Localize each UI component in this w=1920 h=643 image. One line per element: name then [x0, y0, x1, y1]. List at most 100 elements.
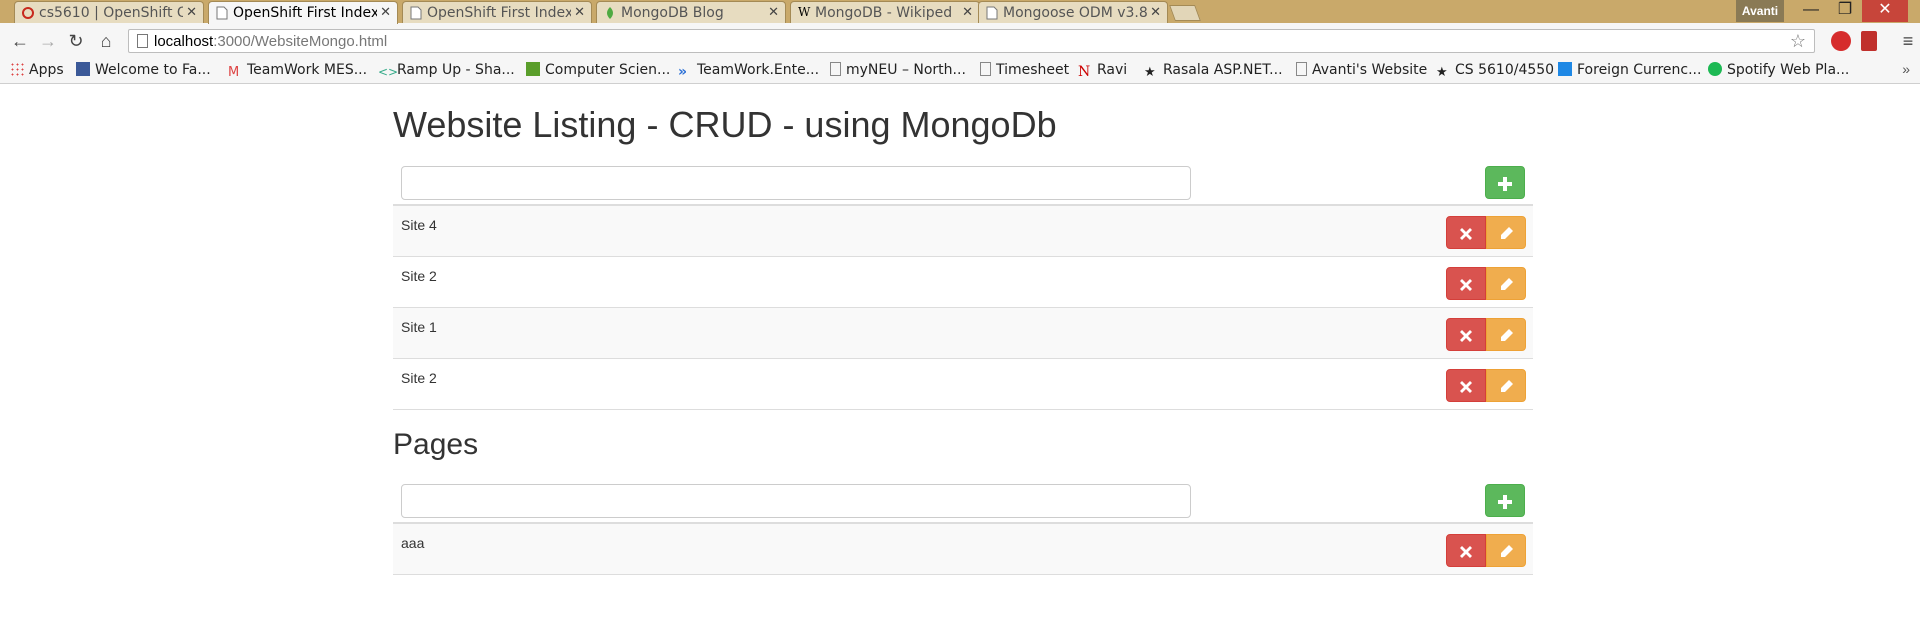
edit-website-button[interactable]: [1486, 369, 1526, 402]
d-icon: [526, 62, 540, 76]
profile-button[interactable]: Avanti: [1736, 0, 1784, 22]
bookmark-avantis-website[interactable]: Avanti's Website: [1296, 62, 1427, 78]
close-icon[interactable]: ✕: [574, 5, 585, 20]
bookmark-star-icon[interactable]: ☆: [1790, 31, 1806, 52]
bookmark-rasala[interactable]: ★ Rasala ASP.NET...: [1144, 62, 1283, 80]
page-row: aaa: [393, 524, 1533, 575]
bookmark-timesheet[interactable]: Timesheet: [980, 62, 1069, 78]
page-title: Website Listing - CRUD - using MongoDb: [393, 104, 1057, 145]
page-icon: [137, 34, 148, 48]
pencil-icon: [1500, 380, 1513, 393]
pages-section-title: Pages: [393, 428, 479, 461]
address-bar[interactable]: localhost:3000/WebsiteMongo.html ☆: [128, 29, 1815, 53]
bookmarks-bar: Apps Welcome to Fa... M TeamWork MES... <…: [0, 59, 1920, 84]
pencil-icon: [1500, 227, 1513, 240]
delete-website-button[interactable]: [1446, 318, 1486, 351]
bookmarks-more-icon[interactable]: »: [1902, 61, 1910, 77]
website-row: Site 2: [393, 359, 1533, 410]
bookmark-label: Timesheet: [996, 62, 1070, 78]
bookmark-cs5610[interactable]: ★ CS 5610/4550: [1436, 62, 1555, 80]
bookmark-teamwork-ente[interactable]: » TeamWork.Ente...: [678, 62, 819, 80]
page-icon: [410, 6, 422, 20]
extension-red-icon[interactable]: [1861, 31, 1877, 51]
new-tab-button[interactable]: [1169, 5, 1201, 21]
tab-label: Mongoose ODM v3.8: [1003, 5, 1147, 21]
close-icon[interactable]: ✕: [768, 5, 779, 20]
website-name: Site 2: [401, 370, 437, 386]
url-text: localhost:3000/WebsiteMongo.html: [154, 33, 387, 50]
remove-icon: [1460, 329, 1472, 342]
home-icon[interactable]: ⌂: [94, 29, 118, 53]
edit-website-button[interactable]: [1486, 267, 1526, 300]
url-host: localhost: [154, 33, 214, 50]
page-icon: [986, 6, 998, 20]
bookmark-computer-science[interactable]: Computer Scien...: [526, 62, 670, 78]
remove-icon: [1460, 227, 1472, 240]
add-website-button[interactable]: [1485, 166, 1525, 199]
chevrons-icon: »: [678, 64, 688, 80]
delete-website-button[interactable]: [1446, 216, 1486, 249]
square-icon: [1558, 62, 1572, 76]
menu-hamburger-icon[interactable]: ≡: [1896, 29, 1920, 53]
bookmark-label: CS 5610/4550: [1455, 62, 1555, 78]
tab-mongoose-odm[interactable]: Mongoose ODM v3.8 ✕: [978, 1, 1168, 23]
bookmark-label: Ramp Up - Sha...: [397, 62, 515, 78]
maximize-icon[interactable]: ❐: [1828, 0, 1862, 22]
adblock-icon[interactable]: [1831, 31, 1851, 51]
bookmark-myneu[interactable]: myNEU – North...: [830, 62, 966, 78]
close-icon[interactable]: ✕: [380, 5, 391, 20]
page-icon: [830, 62, 841, 76]
bookmark-facebook[interactable]: Welcome to Fa...: [76, 62, 211, 78]
page-icon: [980, 62, 991, 76]
bookmark-spotify[interactable]: Spotify Web Pla...: [1708, 62, 1849, 78]
wikipedia-icon: W: [798, 5, 811, 19]
bookmark-label: myNEU – North...: [846, 62, 966, 78]
tab-label: cs5610 | OpenShift O: [39, 5, 183, 21]
add-page-button[interactable]: [1485, 484, 1525, 517]
tab-openshift-first-index[interactable]: OpenShift First Index ✕: [402, 1, 592, 23]
website-name: Site 1: [401, 319, 437, 335]
bookmark-label: Rasala ASP.NET...: [1163, 62, 1283, 78]
remove-icon: [1460, 545, 1472, 558]
close-icon[interactable]: ✕: [186, 5, 197, 20]
tab-mongodb-blog[interactable]: MongoDB Blog ✕: [596, 1, 786, 23]
minimize-icon[interactable]: —: [1794, 0, 1828, 22]
url-path: :3000/WebsiteMongo.html: [213, 33, 388, 50]
reload-icon[interactable]: ↻: [64, 29, 88, 53]
bookmark-ramp-up[interactable]: <>Ramp Up - Sha...: [378, 62, 515, 79]
tab-cs5610[interactable]: cs5610 | OpenShift O ✕: [14, 1, 204, 23]
remove-icon: [1460, 380, 1472, 393]
bookmark-teamwork-mes[interactable]: M TeamWork MES...: [228, 62, 367, 80]
edit-page-button[interactable]: [1486, 534, 1526, 567]
close-icon[interactable]: ✕: [1150, 5, 1161, 20]
website-row: Site 2: [393, 257, 1533, 308]
bookmark-ravi[interactable]: N Ravi: [1078, 62, 1127, 80]
bookmark-label: Welcome to Fa...: [95, 62, 211, 78]
pencil-icon: [1500, 329, 1513, 342]
page-name-input[interactable]: [401, 484, 1191, 518]
edit-website-button[interactable]: [1486, 318, 1526, 351]
website-row: Site 1: [393, 308, 1533, 359]
back-arrow-icon[interactable]: ←: [8, 29, 32, 53]
edit-website-button[interactable]: [1486, 216, 1526, 249]
website-name: Site 2: [401, 268, 437, 284]
website-name-input[interactable]: [401, 166, 1191, 200]
code-icon: <>: [378, 65, 399, 79]
delete-website-button[interactable]: [1446, 267, 1486, 300]
plus-icon: [1498, 494, 1512, 509]
bookmark-apps[interactable]: Apps: [10, 62, 64, 78]
delete-page-button[interactable]: [1446, 534, 1486, 567]
bookmark-foreign-currency[interactable]: Foreign Currenc...: [1558, 62, 1701, 78]
tab-mongodb-wikipedia[interactable]: W MongoDB - Wikiped ✕: [790, 1, 980, 23]
delete-website-button[interactable]: [1446, 369, 1486, 402]
tab-label: OpenShift First Index: [233, 5, 377, 21]
forward-arrow-icon[interactable]: →: [36, 29, 60, 53]
tab-label: MongoDB - Wikiped: [815, 5, 953, 21]
close-icon[interactable]: ✕: [962, 5, 973, 20]
n-icon: N: [1078, 64, 1091, 80]
window-close-icon[interactable]: ✕: [1862, 0, 1908, 22]
gmail-icon: M: [228, 65, 240, 80]
facebook-icon: [76, 62, 90, 76]
tab-openshift-first-index-active[interactable]: OpenShift First Index ✕: [208, 1, 398, 24]
tab-strip: cs5610 | OpenShift O ✕ OpenShift First I…: [0, 0, 1920, 24]
